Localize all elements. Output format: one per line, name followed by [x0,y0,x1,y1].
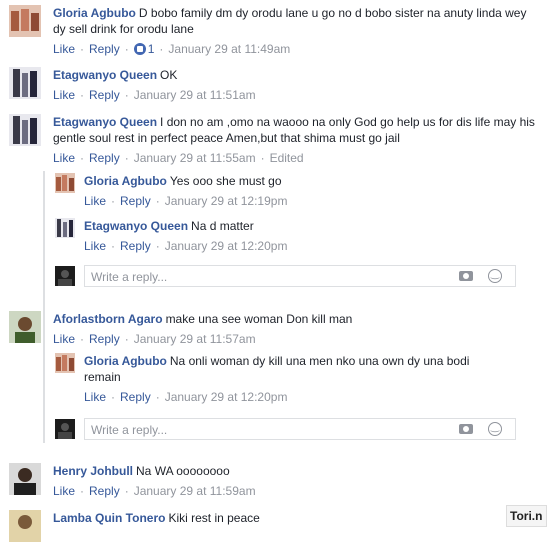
separator: · [155,390,160,404]
comment-actions: Like · Reply · 1 · January 29 at 11:49am [53,41,538,57]
comment-actions: Like · Reply · January 29 at 11:59am [53,483,538,499]
reply-button[interactable]: Reply [89,88,120,102]
reply-button[interactable]: Reply [89,42,120,56]
comment-timestamp[interactable]: January 29 at 11:55am [134,151,256,165]
current-user-avatar[interactable] [55,419,75,439]
separator: · [80,88,85,102]
comment-author[interactable]: Lamba Quin Tonero [53,511,165,525]
reply-button[interactable]: Reply [89,332,120,346]
separator: · [80,42,85,56]
avatar-image-icon [9,510,41,542]
avatar[interactable] [55,173,75,193]
separator: · [155,239,160,253]
reply-actions: Like · Reply · January 29 at 12:20pm [84,238,534,254]
avatar[interactable] [55,353,75,373]
emoji-icon[interactable] [488,422,502,436]
like-button[interactable]: Like [53,151,75,165]
reply-timestamp[interactable]: January 29 at 12:19pm [165,194,288,208]
separator: · [80,484,85,498]
reply-author[interactable]: Etagwanyo Queen [84,219,188,233]
avatar-image-icon [9,463,41,495]
reply-button[interactable]: Reply [120,390,151,404]
comment-timestamp[interactable]: January 29 at 11:57am [134,332,256,346]
reply-timestamp[interactable]: January 29 at 12:20pm [165,390,288,404]
reply-text: Yes ooo she must go [169,174,282,188]
comment-timestamp[interactable]: January 29 at 11:51am [134,88,256,102]
emoji-icon[interactable] [488,269,502,283]
like-button[interactable]: Like [53,42,75,56]
separator: · [155,194,160,208]
comment-author[interactable]: Etagwanyo Queen [53,68,157,82]
separator: · [111,390,116,404]
current-user-avatar[interactable] [55,266,75,286]
comment-timestamp[interactable]: January 29 at 11:49am [168,42,290,56]
reply-timestamp[interactable]: January 29 at 12:20pm [165,239,288,253]
comment-actions: Like · Reply · January 29 at 11:55am · Edited [53,150,538,166]
camera-icon[interactable] [459,271,473,281]
avatar[interactable] [9,510,41,542]
reply-actions: Like · Reply · January 29 at 12:19pm [84,193,534,209]
separator: · [159,42,164,56]
avatar-image-icon [55,173,75,193]
avatar-image-icon [55,419,75,439]
reply-thread-line [43,171,45,443]
like-button[interactable]: Like [53,332,75,346]
like-button[interactable]: Like [53,88,75,102]
edited-label[interactable]: Edited [270,151,304,165]
reply-actions: Like · Reply · January 29 at 12:20pm [84,389,494,405]
like-button[interactable]: Like [84,194,106,208]
camera-icon[interactable] [459,424,473,434]
avatar[interactable] [55,218,75,238]
like-button[interactable]: Like [84,390,106,404]
reply-box[interactable] [84,418,516,440]
comment-author[interactable]: Henry Johbull [53,464,133,478]
comment-text: Kiki rest in peace [168,511,260,525]
reply-button[interactable]: Reply [120,239,151,253]
avatar-image-icon [55,266,75,286]
separator: · [124,42,129,56]
reply-button[interactable]: Reply [89,484,120,498]
comment-actions: Like · Reply · January 29 at 11:57am [53,331,538,347]
separator: · [80,151,85,165]
avatar-image-icon [9,311,41,343]
separator: · [124,484,129,498]
avatar-image-icon [9,67,41,99]
reply-input[interactable] [91,422,391,438]
reply-text: Na d matter [191,219,254,233]
like-button[interactable]: Like [53,484,75,498]
comment-author[interactable]: Gloria Agbubo [53,6,136,20]
reply-author[interactable]: Gloria Agbubo [84,354,167,368]
comment-timestamp[interactable]: January 29 at 11:59am [134,484,256,498]
separator: · [260,151,265,165]
reply-author[interactable]: Gloria Agbubo [84,174,167,188]
avatar[interactable] [9,311,41,343]
separator: · [124,151,129,165]
reply-box[interactable] [84,265,516,287]
comment-actions: Like · Reply · January 29 at 11:51am [53,87,538,103]
comment-author[interactable]: Aforlastborn Agaro [53,312,163,326]
avatar-image-icon [55,353,75,373]
like-button[interactable]: Like [84,239,106,253]
avatar-image-icon [55,218,75,238]
comment-text: make una see woman Don kill man [165,312,353,326]
avatar-image-icon [9,5,41,37]
reply-button[interactable]: Reply [120,194,151,208]
separator: · [80,332,85,346]
reply-input[interactable] [91,269,391,285]
separator: · [124,332,129,346]
avatar-image-icon [9,114,41,146]
watermark: Tori.n [506,505,547,527]
reply-button[interactable]: Reply [89,151,120,165]
separator: · [111,239,116,253]
like-reaction-icon[interactable] [133,43,146,55]
comment-text: Na WA oooooooo [136,464,230,478]
avatar[interactable] [9,67,41,99]
comment-text: OK [160,68,178,82]
separator: · [124,88,129,102]
avatar[interactable] [9,463,41,495]
comment-author[interactable]: Etagwanyo Queen [53,115,157,129]
separator: · [111,194,116,208]
avatar[interactable] [9,114,41,146]
avatar[interactable] [9,5,41,37]
